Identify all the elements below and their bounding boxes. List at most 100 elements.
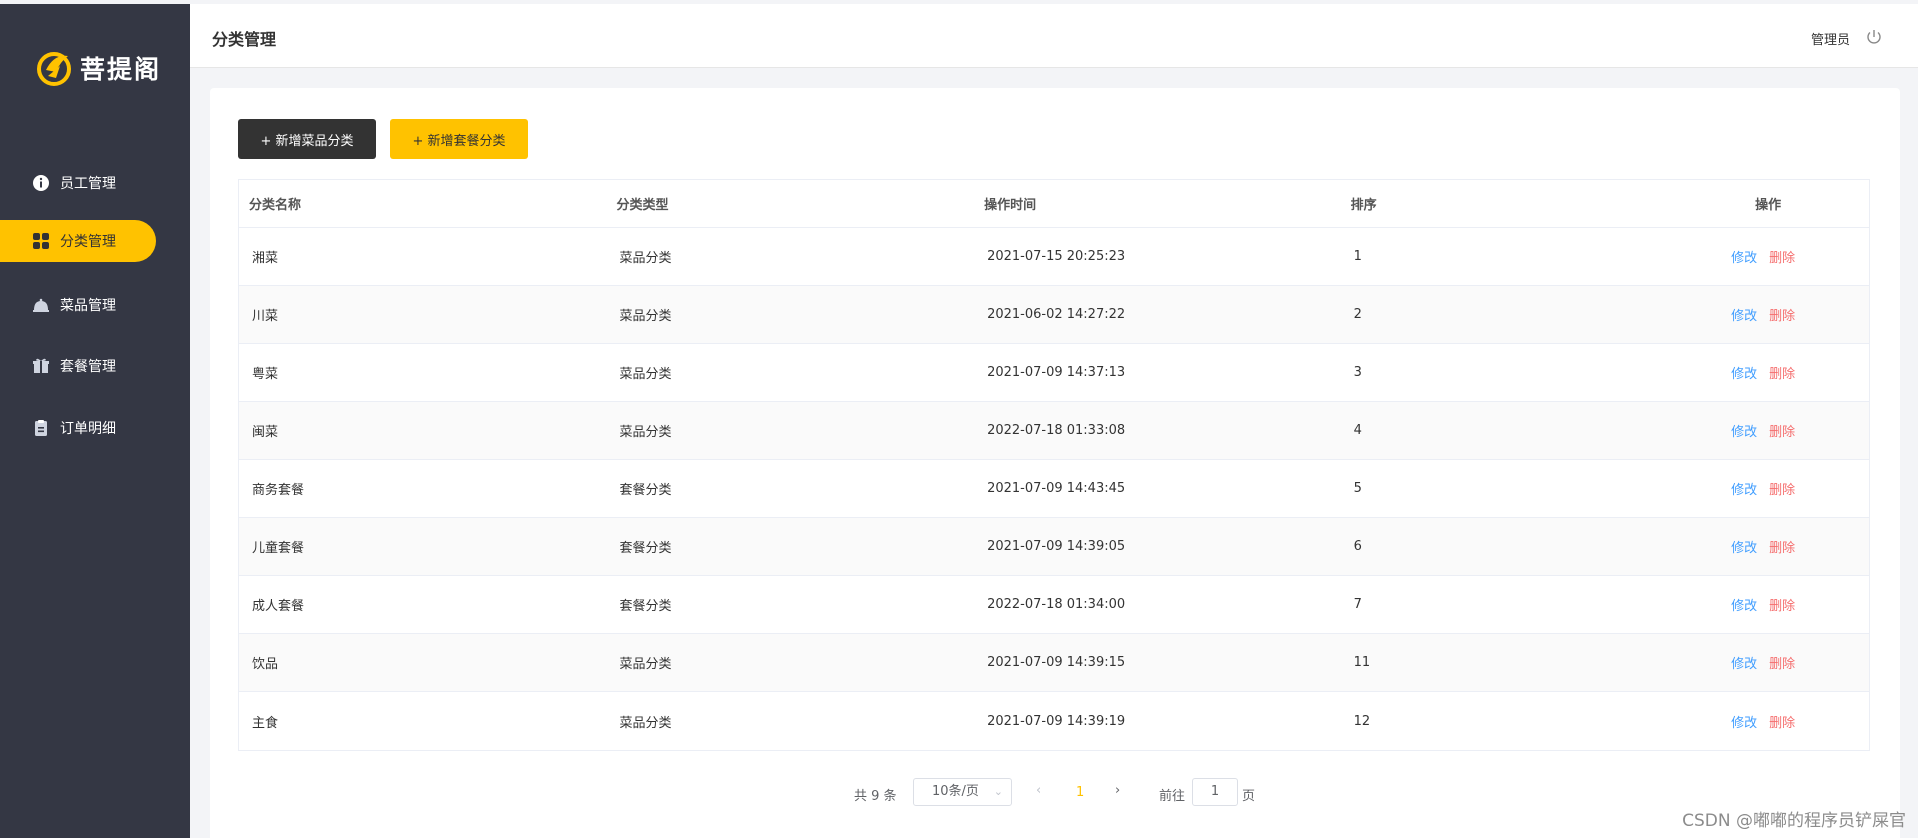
page-size-select[interactable]: 10条/页 ⌄ — [913, 778, 1012, 806]
cell-actions: 修改 删除 — [1707, 653, 1869, 672]
main-panel: + 新增菜品分类 + 新增套餐分类 分类名称 分类类型 操作时间 排序 操作 湘… — [210, 88, 1900, 838]
cell-type: 菜品分类 — [619, 251, 672, 266]
sidebar-item-label: 分类管理 — [60, 234, 116, 250]
delete-link[interactable]: 删除 — [1769, 653, 1795, 672]
cell-name: 闽菜 — [252, 425, 279, 440]
delete-link[interactable]: 删除 — [1769, 712, 1795, 731]
edit-link[interactable]: 修改 — [1731, 712, 1757, 731]
cell-actions: 修改 删除 — [1707, 537, 1869, 556]
cell-time: 2021-07-09 14:39:19 — [987, 713, 1126, 729]
cell-actions: 修改 删除 — [1707, 479, 1869, 498]
sidebar-item-category[interactable]: 分类管理 — [0, 220, 156, 262]
goto-label: 前往 — [1159, 789, 1186, 804]
delete-link[interactable]: 删除 — [1769, 479, 1795, 498]
cell-sort: 1 — [1353, 249, 1362, 264]
cell-actions: 修改 删除 — [1707, 305, 1869, 324]
cell-sort: 7 — [1353, 597, 1362, 612]
edit-link[interactable]: 修改 — [1731, 363, 1757, 382]
column-header-actions: 操作 — [1755, 198, 1782, 213]
table-header: 分类名称 分类类型 操作时间 排序 操作 — [239, 180, 1869, 228]
chevron-down-icon: ⌄ — [993, 785, 1003, 798]
page-size-value: 10条/页 — [932, 784, 979, 799]
table-row: 闽菜 菜品分类 2022-07-18 01:33:08 4 修改 删除 — [239, 402, 1869, 460]
column-header-type: 分类类型 — [616, 198, 669, 213]
logo: 菩提阁 — [34, 48, 161, 88]
table-row: 粤菜 菜品分类 2021-07-09 14:37:13 3 修改 删除 — [239, 344, 1869, 402]
cell-time: 2021-07-09 14:39:15 — [987, 655, 1126, 670]
cell-actions: 修改 删除 — [1707, 595, 1869, 614]
cell-actions: 修改 删除 — [1707, 363, 1869, 382]
cell-actions: 修改 删除 — [1707, 247, 1869, 266]
cell-time: 2021-07-09 14:37:13 — [987, 365, 1126, 380]
prev-page-icon[interactable]: ‹ — [1036, 783, 1041, 798]
power-icon[interactable] — [1865, 28, 1883, 46]
delete-link[interactable]: 删除 — [1769, 595, 1795, 614]
table-row: 湘菜 菜品分类 2021-07-15 20:25:23 1 修改 删除 — [239, 228, 1869, 286]
sidebar-item-dish[interactable]: 菜品管理 — [0, 284, 156, 326]
cell-sort: 5 — [1353, 481, 1362, 496]
cell-name: 川菜 — [252, 309, 279, 324]
cell-name: 湘菜 — [252, 251, 279, 266]
sidebar: 菩提阁 员工管理 分类管理 菜品管理 套餐管理 订单明细 — [0, 4, 190, 838]
table-row: 川菜 菜品分类 2021-06-02 14:27:22 2 修改 删除 — [239, 286, 1869, 344]
cell-name: 成人套餐 — [252, 599, 305, 614]
column-header-name: 分类名称 — [249, 198, 302, 213]
cell-name: 粤菜 — [252, 367, 279, 382]
add-dish-category-button[interactable]: + 新增菜品分类 — [238, 119, 376, 159]
cell-sort: 4 — [1353, 423, 1362, 438]
clipboard-icon — [32, 419, 50, 437]
table-body: 湘菜 菜品分类 2021-07-15 20:25:23 1 修改 删除 川菜 菜品分类 2021… — [239, 228, 1869, 750]
cell-name: 商务套餐 — [252, 483, 305, 498]
sidebar-item-label: 员工管理 — [60, 176, 116, 192]
cell-sort: 11 — [1353, 655, 1371, 670]
cell-sort: 3 — [1353, 365, 1362, 380]
edit-link[interactable]: 修改 — [1731, 305, 1757, 324]
column-header-time: 操作时间 — [984, 198, 1037, 213]
next-page-icon[interactable]: › — [1115, 783, 1120, 798]
cell-type: 菜品分类 — [619, 309, 672, 324]
goto-page-input[interactable]: 1 — [1192, 778, 1238, 806]
cell-sort: 2 — [1353, 307, 1362, 322]
cell-name: 主食 — [252, 715, 279, 731]
cell-time: 2021-07-09 14:43:45 — [987, 481, 1126, 496]
delete-link[interactable]: 删除 — [1769, 537, 1795, 556]
watermark: CSDN @嘟嘟的程序员铲屎官 — [1682, 811, 1906, 831]
add-setmeal-category-button[interactable]: + 新增套餐分类 — [390, 119, 528, 159]
delete-link[interactable]: 删除 — [1769, 305, 1795, 324]
sidebar-item-setmeal[interactable]: 套餐管理 — [0, 345, 156, 387]
cell-type: 菜品分类 — [619, 367, 672, 382]
pagination: 共 9 条 10条/页 ⌄ ‹ 1 › 前往 1 页 — [210, 778, 1900, 808]
category-table: 分类名称 分类类型 操作时间 排序 操作 湘菜 菜品分类 2021-07-15 20… — [238, 179, 1870, 751]
logo-text: 菩提阁 — [80, 55, 162, 84]
edit-link[interactable]: 修改 — [1731, 247, 1757, 266]
delete-link[interactable]: 删除 — [1769, 247, 1795, 266]
column-header-sort: 排序 — [1350, 198, 1377, 213]
edit-link[interactable]: 修改 — [1731, 595, 1757, 614]
cell-type: 菜品分类 — [619, 715, 672, 731]
sidebar-item-label: 菜品管理 — [60, 298, 116, 314]
edit-link[interactable]: 修改 — [1731, 537, 1757, 556]
edit-link[interactable]: 修改 — [1731, 479, 1757, 498]
cell-sort: 6 — [1353, 539, 1362, 554]
cell-sort: 12 — [1353, 713, 1371, 729]
sidebar-item-employee[interactable]: 员工管理 — [0, 162, 156, 204]
info-circle-icon — [32, 174, 50, 192]
grid-icon — [32, 232, 50, 250]
delete-link[interactable]: 删除 — [1769, 421, 1795, 440]
goto-unit: 页 — [1242, 789, 1256, 804]
cell-name: 儿童套餐 — [252, 541, 305, 556]
user-name[interactable]: 管理员 — [1811, 29, 1850, 48]
delete-link[interactable]: 删除 — [1769, 363, 1795, 382]
sidebar-item-orders[interactable]: 订单明细 — [0, 407, 156, 449]
cell-time: 2022-07-18 01:34:00 — [987, 597, 1126, 612]
cell-name: 饮品 — [252, 657, 279, 672]
cell-type: 菜品分类 — [619, 425, 672, 440]
table-row: 主食 菜品分类 2021-07-09 14:39:19 12 修改 删除 — [239, 692, 1869, 750]
sidebar-item-label: 套餐管理 — [60, 359, 116, 375]
edit-link[interactable]: 修改 — [1731, 421, 1757, 440]
cell-time: 2022-07-18 01:33:08 — [987, 423, 1126, 438]
page-title: 分类管理 — [212, 30, 277, 49]
edit-link[interactable]: 修改 — [1731, 653, 1757, 672]
page-number-current[interactable]: 1 — [1076, 785, 1084, 800]
table-row: 饮品 菜品分类 2021-07-09 14:39:15 11 修改 删除 — [239, 634, 1869, 692]
